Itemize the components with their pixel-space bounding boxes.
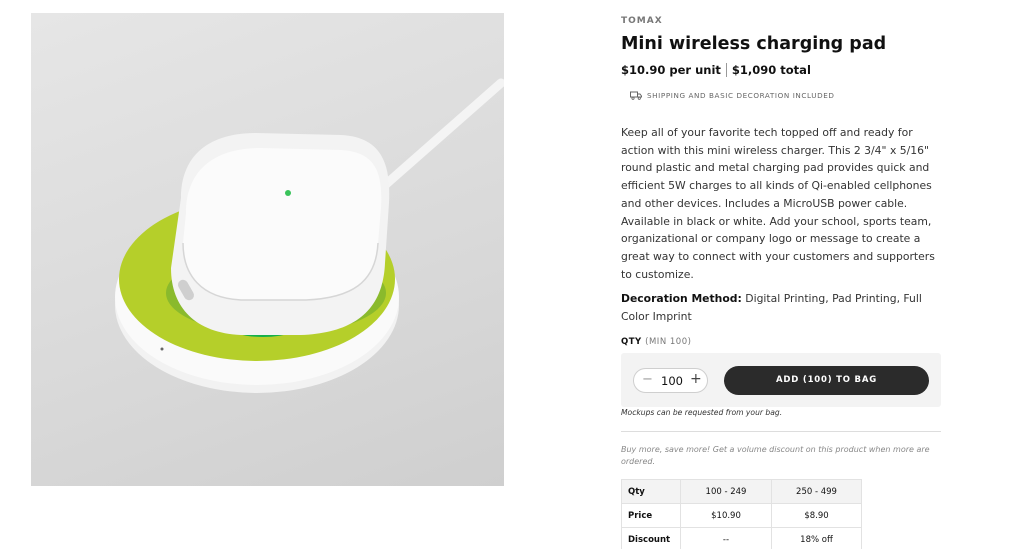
table-cell: -- — [680, 527, 772, 549]
table-cell: Discount — [621, 527, 681, 549]
qty-label-text: QTY — [621, 337, 642, 347]
table-cell: $10.90 — [680, 503, 772, 528]
shipping-note: SHIPPING AND BASIC DECORATION INCLUDED — [630, 91, 835, 100]
add-to-bag-panel: − 100 + ADD (100) TO BAG — [621, 353, 941, 407]
product-title: Mini wireless charging pad — [621, 34, 887, 54]
table-cell: $8.90 — [771, 503, 862, 528]
table-cell: Price — [621, 503, 681, 528]
table-cell: Qty — [621, 479, 681, 504]
product-image — [31, 13, 504, 486]
quantity-stepper[interactable]: − 100 + — [633, 368, 708, 393]
price-separator — [725, 63, 727, 77]
product-description: Keep all of your favorite tech topped of… — [621, 126, 935, 281]
table-header-row: Qty 100 - 249 250 - 499 — [621, 479, 862, 504]
shipping-text: SHIPPING AND BASIC DECORATION INCLUDED — [647, 91, 835, 100]
table-row: Price $10.90 $8.90 — [621, 503, 862, 528]
qty-label: QTY (MIN 100) — [621, 337, 691, 347]
table-cell: 18% off — [771, 527, 862, 549]
price-line: $10.90 per unit $1,090 total — [621, 63, 811, 77]
qty-minimum: (MIN 100) — [645, 337, 692, 347]
mockup-note: Mockups can be requested from your bag. — [621, 408, 783, 417]
quantity-input[interactable]: 100 — [659, 374, 685, 388]
add-to-bag-button[interactable]: ADD (100) TO BAG — [724, 366, 929, 395]
decrease-qty-button[interactable]: − — [642, 372, 653, 387]
increase-qty-button[interactable]: + — [690, 371, 702, 387]
decoration-label: Decoration Method: — [621, 292, 742, 305]
volume-pricing-table: Qty 100 - 249 250 - 499 Price $10.90 $8.… — [621, 479, 862, 549]
volume-discount-note: Buy more, save more! Get a volume discou… — [621, 445, 930, 466]
wireless-charger-illustration — [115, 78, 504, 393]
table-cell: 250 - 499 — [771, 479, 862, 504]
decoration-method: Decoration Method: Digital Printing, Pad… — [621, 290, 941, 325]
table-cell: 100 - 249 — [680, 479, 772, 504]
total-price: $1,090 total — [731, 63, 811, 77]
unit-price: $10.90 per unit — [621, 63, 721, 77]
truck-icon — [630, 91, 642, 100]
brand-name[interactable]: TOMAX — [621, 16, 663, 26]
table-row: Discount -- 18% off — [621, 527, 862, 549]
divider — [621, 431, 941, 432]
